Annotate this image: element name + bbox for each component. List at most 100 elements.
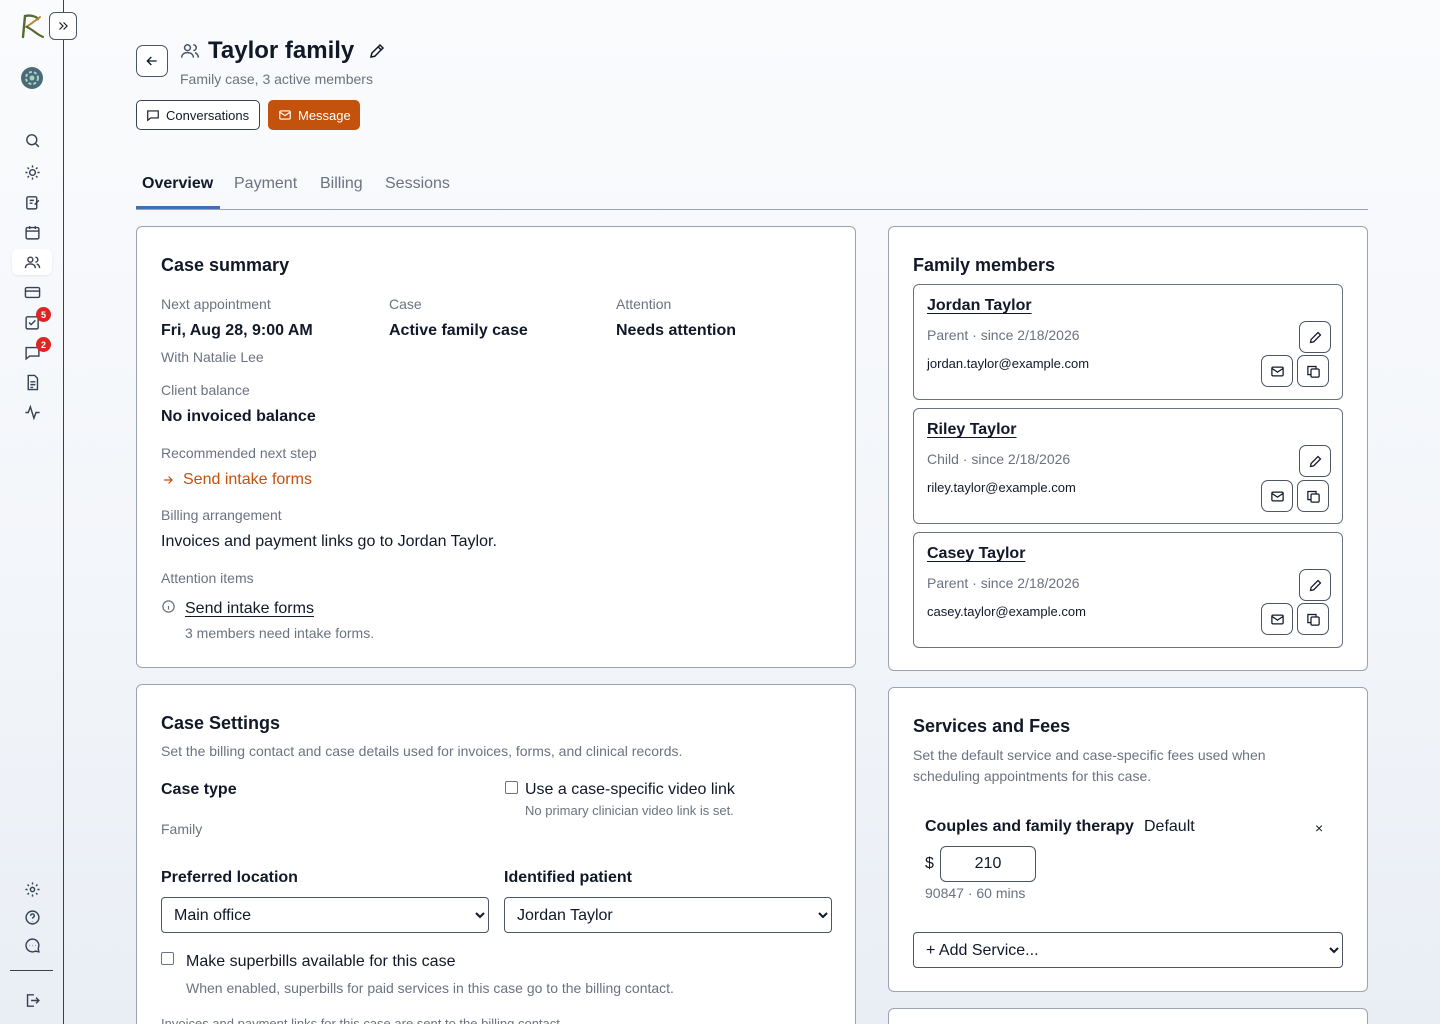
organization-icon[interactable] bbox=[20, 66, 44, 90]
conversations-button[interactable]: Conversations bbox=[136, 100, 260, 130]
attention-item-link[interactable]: Send intake forms bbox=[185, 600, 314, 618]
attention-item-detail: 3 members need intake forms. bbox=[185, 625, 375, 641]
pencil-icon bbox=[1309, 331, 1321, 343]
case-label: Case bbox=[389, 296, 422, 312]
next-appointment-with: With Natalie Lee bbox=[161, 349, 264, 365]
messages-badge: 2 bbox=[36, 337, 51, 352]
nav-feedback[interactable] bbox=[12, 932, 52, 958]
member-email: casey.taylor@example.com bbox=[927, 604, 1086, 619]
superbills-label: Make superbills available for this case bbox=[186, 953, 456, 970]
superbills-note: When enabled, superbills for paid servic… bbox=[186, 980, 674, 996]
service-name: Couples and family therapy bbox=[925, 818, 1134, 835]
copy-icon bbox=[1306, 490, 1320, 503]
sidebar: 5 2 bbox=[0, 0, 64, 1024]
back-button[interactable] bbox=[136, 45, 168, 77]
edit-member-button[interactable] bbox=[1299, 445, 1331, 477]
family-members-title: Family members bbox=[913, 255, 1056, 275]
sun-icon bbox=[24, 164, 40, 180]
family-members-card: Family members Jordan Taylor Parent · si… bbox=[888, 226, 1368, 671]
member-card: Jordan Taylor Parent · since 2/18/2026 j… bbox=[913, 284, 1343, 400]
copy-email-button[interactable] bbox=[1297, 355, 1329, 387]
video-link-checkbox[interactable] bbox=[505, 781, 518, 794]
arrow-left-icon bbox=[146, 56, 157, 66]
next-card bbox=[888, 1008, 1368, 1024]
patient-label: Identified patient bbox=[504, 869, 632, 886]
member-name[interactable]: Riley Taylor bbox=[927, 421, 1017, 439]
nav-calendar[interactable] bbox=[12, 219, 52, 245]
member-card: Riley Taylor Child · since 2/18/2026 ril… bbox=[913, 408, 1343, 524]
next-step-link-label: Send intake forms bbox=[183, 471, 312, 488]
email-member-button[interactable] bbox=[1261, 355, 1293, 387]
remove-service-button[interactable]: × bbox=[1315, 820, 1323, 836]
case-type-label: Case type bbox=[161, 781, 237, 798]
mail-icon bbox=[1270, 614, 1284, 624]
balance-value: No invoiced balance bbox=[161, 408, 316, 425]
fee-input[interactable]: 210 bbox=[940, 846, 1036, 882]
tab-payment[interactable]: Payment bbox=[234, 175, 297, 193]
edit-member-button[interactable] bbox=[1299, 321, 1331, 353]
card-icon bbox=[24, 286, 40, 298]
services-description-line2: scheduling appointments for this case. bbox=[913, 768, 1152, 784]
nav-insights[interactable] bbox=[12, 159, 52, 185]
gear-icon bbox=[24, 881, 40, 897]
email-member-button[interactable] bbox=[1261, 603, 1293, 635]
billing-arrangement-label: Billing arrangement bbox=[161, 507, 282, 523]
email-member-button[interactable] bbox=[1261, 480, 1293, 512]
case-value: Active family case bbox=[389, 322, 528, 339]
nav-notes[interactable] bbox=[12, 189, 52, 215]
add-service-select[interactable]: + Add Service... bbox=[913, 932, 1343, 968]
case-summary-title: Case summary bbox=[161, 255, 290, 275]
page-title: Taylor family bbox=[208, 37, 355, 64]
mail-icon bbox=[279, 110, 291, 120]
nav-clients[interactable] bbox=[12, 249, 52, 275]
mail-icon bbox=[1270, 491, 1284, 501]
logo-icon[interactable] bbox=[18, 12, 46, 40]
activity-icon bbox=[24, 404, 40, 420]
nav-billing[interactable] bbox=[12, 279, 52, 305]
message-label: Message bbox=[298, 107, 351, 123]
attention-value: Needs attention bbox=[616, 322, 737, 339]
edit-note-icon bbox=[25, 195, 39, 210]
case-settings-title: Case Settings bbox=[161, 713, 281, 733]
patient-select[interactable]: Jordan Taylor bbox=[504, 897, 832, 933]
edit-member-button[interactable] bbox=[1299, 569, 1331, 601]
copy-email-button[interactable] bbox=[1297, 603, 1329, 635]
tab-sessions[interactable]: Sessions bbox=[385, 175, 450, 193]
service-default-tag: Default bbox=[1144, 818, 1195, 835]
billing-contact-note: Invoices and payment links for this case… bbox=[161, 1016, 564, 1024]
next-appointment-value: Fri, Aug 28, 9:00 AM bbox=[161, 322, 313, 339]
users-icon bbox=[24, 255, 40, 268]
tab-bar: Overview Payment Billing Sessions bbox=[136, 170, 1368, 210]
message-button[interactable]: Message bbox=[268, 100, 360, 130]
nav-activity[interactable] bbox=[12, 399, 52, 425]
pencil-icon bbox=[1309, 579, 1321, 591]
document-icon bbox=[27, 374, 38, 390]
currency-symbol: $ bbox=[925, 855, 934, 872]
nav-messages[interactable]: 2 bbox=[12, 337, 52, 365]
chevrons-right-icon bbox=[59, 22, 68, 30]
nav-help[interactable] bbox=[12, 904, 52, 930]
member-role: Parent · since 2/18/2026 bbox=[927, 327, 1080, 343]
nav-search[interactable] bbox=[12, 127, 52, 153]
chat-icon bbox=[147, 110, 159, 122]
expand-sidebar-button[interactable] bbox=[49, 12, 77, 40]
nav-documents[interactable] bbox=[12, 369, 52, 395]
nav-logout[interactable] bbox=[12, 987, 52, 1013]
superbills-checkbox[interactable] bbox=[161, 952, 174, 965]
calendar-icon bbox=[24, 225, 40, 240]
member-name[interactable]: Jordan Taylor bbox=[927, 297, 1032, 315]
video-link-note: No primary clinician video link is set. bbox=[525, 803, 734, 818]
copy-email-button[interactable] bbox=[1297, 480, 1329, 512]
next-step-label: Recommended next step bbox=[161, 445, 317, 461]
copy-icon bbox=[1306, 365, 1320, 378]
tab-billing[interactable]: Billing bbox=[320, 175, 363, 193]
nav-settings[interactable] bbox=[12, 876, 52, 902]
nav-tasks[interactable]: 5 bbox=[12, 307, 52, 335]
edit-title-icon[interactable] bbox=[368, 42, 386, 60]
member-name[interactable]: Casey Taylor bbox=[927, 545, 1025, 563]
tab-overview[interactable]: Overview bbox=[142, 175, 213, 193]
next-step-link[interactable]: Send intake forms bbox=[161, 471, 312, 489]
location-select[interactable]: Main office bbox=[161, 897, 489, 933]
title-row: Taylor family bbox=[180, 36, 386, 66]
video-link-label: Use a case-specific video link bbox=[525, 781, 735, 798]
